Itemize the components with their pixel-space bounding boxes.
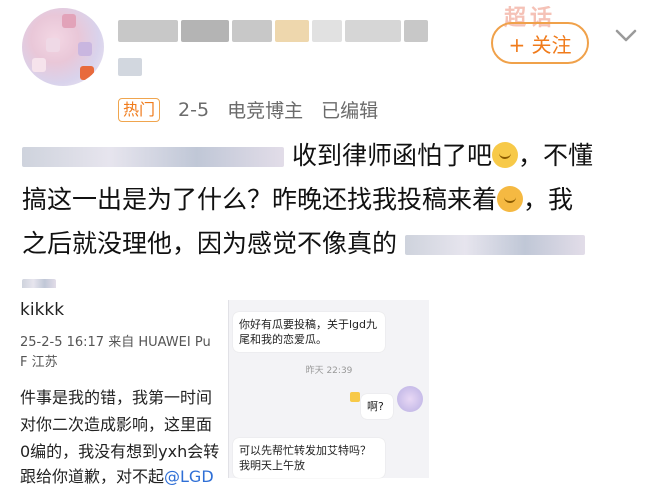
blurred-mention[interactable] bbox=[22, 147, 284, 167]
chat-bubble-2: 啊? bbox=[361, 394, 393, 419]
chat-avatar bbox=[397, 386, 423, 412]
username-blurred[interactable] bbox=[118, 20, 431, 46]
chat-bubble-3: 可以先帮忙转发加艾特吗？我明天上午放 bbox=[233, 438, 385, 478]
quoted-line-1: 件事是我的错，我第一时间 bbox=[20, 388, 213, 407]
quoted-line-4: 跟给你道歉，对不起@LGD bbox=[20, 463, 214, 487]
post-meta: 热门 2-5 电竞博主 已编辑 bbox=[118, 96, 378, 123]
emoji-flushed-icon bbox=[497, 186, 524, 212]
post-line-1: 收到律师函怕了吧 ，不懂 bbox=[22, 134, 642, 178]
emoji-thinking-icon bbox=[491, 142, 518, 168]
follow-button[interactable]: + 关注 bbox=[491, 22, 589, 64]
edited-label[interactable]: 已编辑 bbox=[321, 96, 378, 123]
post-body: 收到律师函怕了吧 ，不懂 搞这一出是为了什么？昨晚还找我投稿来着 ，我 之后就没理他… bbox=[22, 134, 642, 310]
blurred-text bbox=[404, 235, 585, 255]
post-line-3: 之后就没理他，因为感觉不像真的 bbox=[22, 222, 642, 266]
post-text-2-tail: ，我 bbox=[523, 185, 574, 214]
post-text-3: 之后就没理他，因为感觉不像真的 bbox=[22, 229, 398, 258]
emoji-icon bbox=[350, 392, 360, 402]
post-text-1: 收到律师函怕了吧 bbox=[291, 141, 492, 170]
chat-screenshot: 你好有瓜要投稿，关于lgd九尾和我的恋爱瓜。 昨天 22:39 啊? 可以先帮忙… bbox=[228, 300, 429, 478]
quoted-location: F 江苏 bbox=[20, 355, 58, 370]
super-topic-badge: 超话 bbox=[504, 6, 557, 31]
post-line-2: 搞这一出是为了什么？昨晚还找我投稿来着 ，我 bbox=[22, 178, 642, 222]
post-text-1-tail: ，不懂 bbox=[517, 141, 593, 170]
quoted-line-3: 0编的，我没有想到yxh会转 bbox=[20, 442, 220, 461]
avatar[interactable] bbox=[22, 8, 104, 86]
post-date: 2-5 bbox=[178, 98, 210, 121]
chat-timestamp: 昨天 22:39 bbox=[305, 366, 353, 376]
quoted-line-4-text: 跟给你道歉，对不起 bbox=[20, 467, 165, 486]
quoted-username: kikkk bbox=[20, 300, 65, 320]
chevron-down-icon[interactable] bbox=[612, 22, 640, 50]
quoted-time-device: 25-2-5 16:17 来自 HUAWEI Pu bbox=[20, 335, 211, 350]
author-role: 电竞博主 bbox=[227, 100, 304, 122]
post-text-2: 搞这一出是为了什么？昨晚还找我投稿来着 bbox=[22, 185, 498, 214]
username-blurred-2 bbox=[118, 58, 142, 76]
quoted-line-2: 对你二次造成影响，这里面 bbox=[20, 415, 213, 434]
chat-bubble-1: 你好有瓜要投稿，关于lgd九尾和我的恋爱瓜。 bbox=[233, 312, 385, 352]
quoted-mention-link[interactable]: @LGD bbox=[164, 467, 214, 486]
hot-tag: 热门 bbox=[118, 97, 161, 122]
